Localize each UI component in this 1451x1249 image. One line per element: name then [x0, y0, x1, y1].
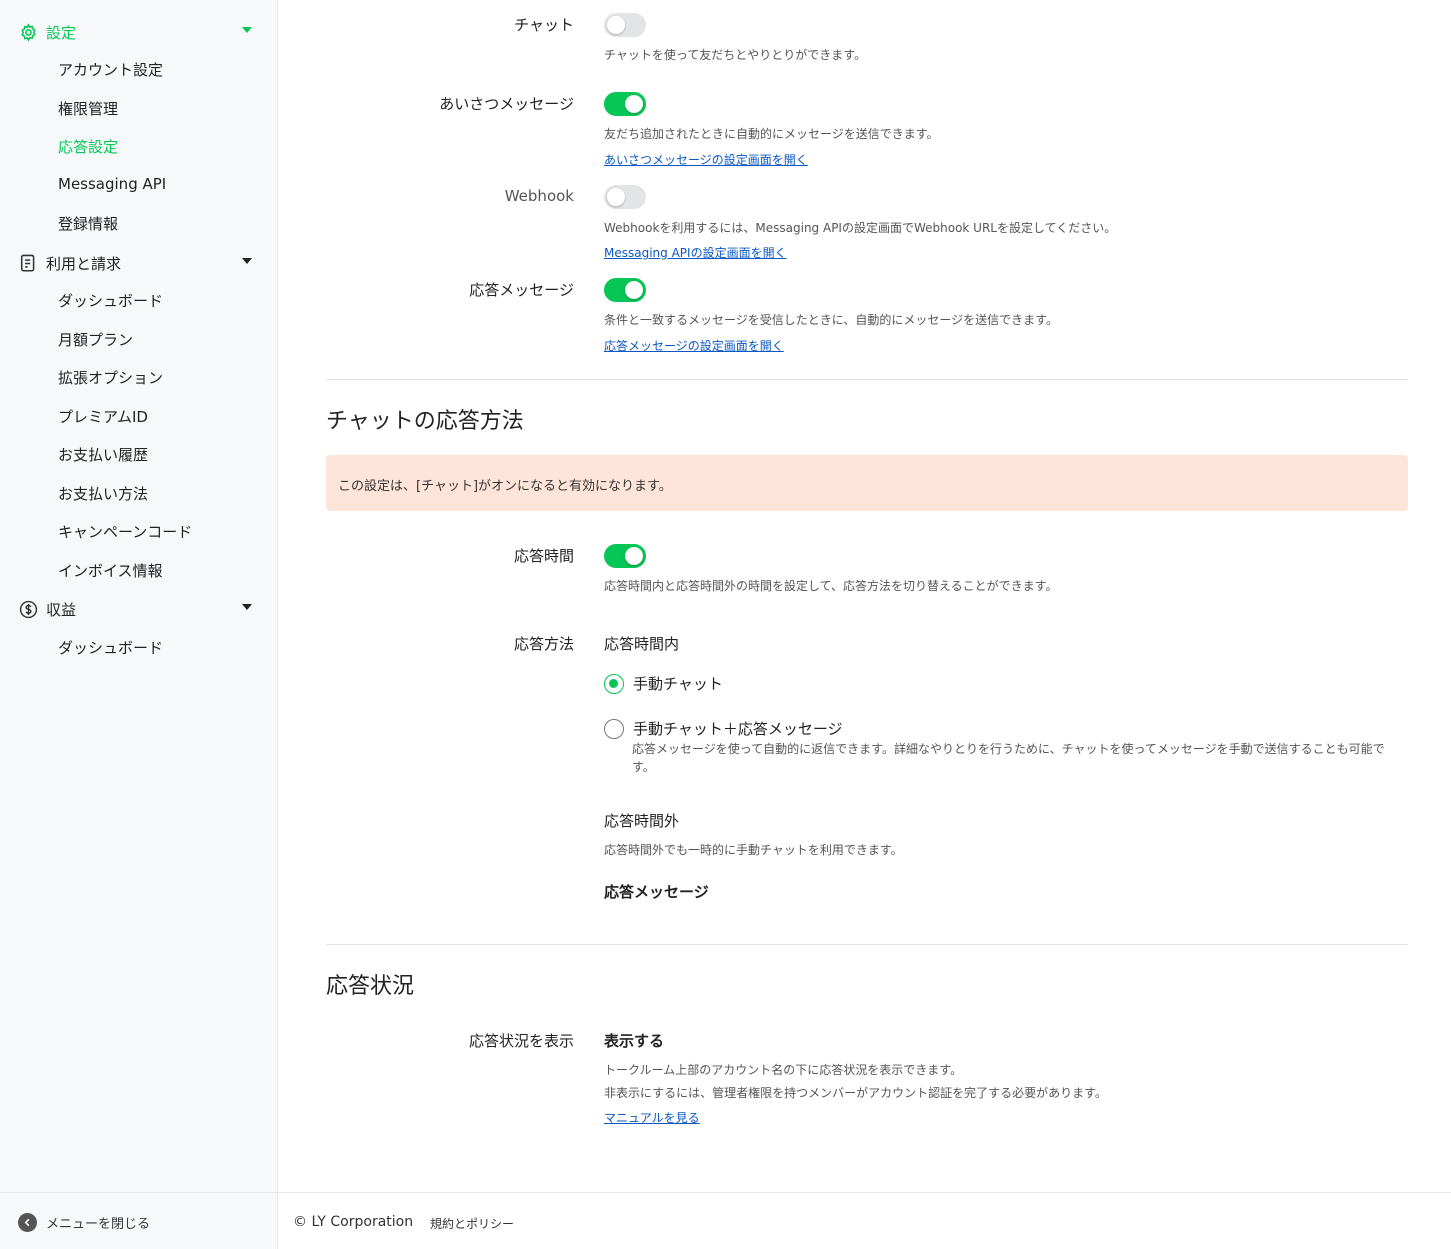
- response-hours-label: 応答時間: [513, 547, 574, 565]
- outside-hours-heading: 応答時間外: [604, 812, 680, 830]
- status-display-value: 表示する: [604, 1032, 665, 1050]
- sidebar-item-invoice-info[interactable]: インボイス情報: [58, 560, 163, 581]
- webhook-description: Webhookを利用するには、Messaging APIの設定画面でWebhoo…: [604, 221, 1117, 235]
- status-description-1: トークルーム上部のアカウント名の下に応答状況を表示できます。: [604, 1063, 963, 1077]
- sidebar-footer: メニューを閉じる: [0, 1192, 277, 1249]
- sidebar-item-revenue-dashboard[interactable]: ダッシュボード: [58, 637, 163, 658]
- chat-response-title: チャットの応答方法: [326, 409, 524, 434]
- sidebar-item-payment-history[interactable]: お支払い履歴: [58, 444, 148, 465]
- main-content: チャット チャットを使って友だちとやりとりができます。 あいさつメッセージ 友だ…: [278, 0, 1451, 1249]
- greeting-settings-link[interactable]: あいさつメッセージの設定画面を開く: [604, 151, 808, 168]
- sidebar-group-label: 利用と請求: [46, 254, 122, 273]
- notice-banner: この設定は、[チャット]がオンになると有効になります。: [326, 455, 1408, 511]
- close-menu-button[interactable]: メニューを閉じる: [18, 1213, 150, 1232]
- status-display-label: 応答状況を表示: [468, 1032, 574, 1050]
- sidebar-group-settings[interactable]: 設定: [18, 20, 258, 44]
- radio-description: 応答メッセージを使って自動的に返信できます。詳細なやりとりを行うために、チャット…: [632, 742, 1385, 774]
- greeting-description: 友だち追加されたときに自動的にメッセージを送信できます。: [604, 127, 939, 141]
- auto-reply-toggle[interactable]: [604, 278, 646, 302]
- sidebar-group-billing[interactable]: 利用と請求: [18, 251, 258, 275]
- messaging-api-settings-link[interactable]: Messaging APIの設定画面を開く: [604, 244, 787, 261]
- section-divider: [326, 944, 1408, 945]
- sidebar-group-revenue[interactable]: 収益: [18, 597, 258, 621]
- radio-button[interactable]: [604, 673, 624, 694]
- terms-policy-link[interactable]: 規約とポリシー: [430, 1215, 514, 1232]
- chevron-down-icon: [242, 27, 252, 33]
- radio-label: 手動チャット＋応答メッセージ: [633, 720, 843, 738]
- radio-button[interactable]: [604, 718, 624, 739]
- section-divider: [326, 379, 1408, 380]
- status-description-2: 非表示にするには、管理者権限を持つメンバーがアカウント認証を完了する必要がありま…: [604, 1086, 1107, 1100]
- webhook-label: Webhook: [504, 187, 574, 205]
- toggle-knob: [625, 281, 643, 299]
- toggle-knob: [607, 16, 625, 34]
- outside-hours-value: 応答メッセージ: [604, 883, 709, 901]
- chat-label: チャット: [514, 16, 574, 34]
- sidebar-item-permissions[interactable]: 権限管理: [58, 98, 118, 119]
- within-hours-heading: 応答時間内: [604, 635, 680, 653]
- sidebar-item-extension-options[interactable]: 拡張オプション: [58, 367, 163, 388]
- greeting-label: あいさつメッセージ: [439, 95, 574, 113]
- response-method-label: 応答方法: [513, 635, 574, 653]
- sidebar-item-messaging-api[interactable]: Messaging API: [58, 175, 166, 193]
- outside-hours-description: 応答時間外でも一時的に手動チャットを利用できます。: [604, 843, 903, 857]
- chat-description: チャットを使って友だちとやりとりができます。: [604, 48, 867, 62]
- response-status-title: 応答状況: [326, 974, 415, 999]
- document-icon: [18, 253, 38, 273]
- chevron-left-icon: [18, 1213, 37, 1232]
- sidebar-item-monthly-plan[interactable]: 月額プラン: [58, 329, 133, 350]
- dollar-coin-icon: [18, 599, 38, 619]
- sidebar-item-registration-info[interactable]: 登録情報: [58, 213, 118, 234]
- toggle-knob: [625, 95, 643, 113]
- auto-reply-settings-link[interactable]: 応答メッセージの設定画面を開く: [604, 337, 784, 354]
- radio-manual-chat-auto-reply[interactable]: 手動チャット＋応答メッセージ: [604, 718, 843, 739]
- close-menu-label: メニューを閉じる: [46, 1217, 151, 1232]
- page-footer: © LY Corporation 規約とポリシー: [278, 1192, 1451, 1249]
- sidebar-item-payment-method[interactable]: お支払い方法: [58, 483, 148, 504]
- copyright: © LY Corporation: [293, 1214, 414, 1230]
- greeting-toggle[interactable]: [604, 92, 646, 116]
- sidebar-item-response-settings[interactable]: 応答設定: [58, 136, 118, 157]
- toggle-knob: [625, 547, 643, 565]
- chevron-down-icon: [242, 258, 252, 264]
- radio-label: 手動チャット: [633, 675, 723, 693]
- radio-manual-chat[interactable]: 手動チャット: [604, 673, 723, 694]
- manual-link[interactable]: マニュアルを見る: [604, 1109, 700, 1126]
- sidebar-group-label: 収益: [46, 600, 77, 619]
- response-hours-toggle[interactable]: [604, 544, 646, 568]
- sidebar-item-campaign-code[interactable]: キャンペーンコード: [58, 521, 192, 542]
- sidebar-item-account-settings[interactable]: アカウント設定: [58, 59, 163, 80]
- auto-reply-description: 条件と一致するメッセージを受信したときに、自動的にメッセージを送信できます。: [604, 313, 1058, 327]
- sidebar-item-dashboard[interactable]: ダッシュボード: [58, 290, 163, 311]
- toggle-knob: [607, 188, 625, 206]
- response-hours-description: 応答時間内と応答時間外の時間を設定して、応答方法を切り替えることができます。: [604, 579, 1058, 593]
- webhook-toggle[interactable]: [604, 185, 646, 209]
- notice-text: この設定は、[チャット]がオンになると有効になります。: [338, 479, 672, 494]
- gear-icon: [18, 22, 38, 42]
- sidebar-item-premium-id[interactable]: プレミアムID: [58, 406, 148, 427]
- auto-reply-label: 応答メッセージ: [469, 281, 574, 299]
- sidebar: 設定 アカウント設定 権限管理 応答設定 Messaging API 登録情報 …: [0, 0, 278, 1249]
- sidebar-group-label: 設定: [46, 23, 77, 42]
- chevron-down-icon: [242, 604, 252, 610]
- chat-toggle[interactable]: [604, 13, 646, 37]
